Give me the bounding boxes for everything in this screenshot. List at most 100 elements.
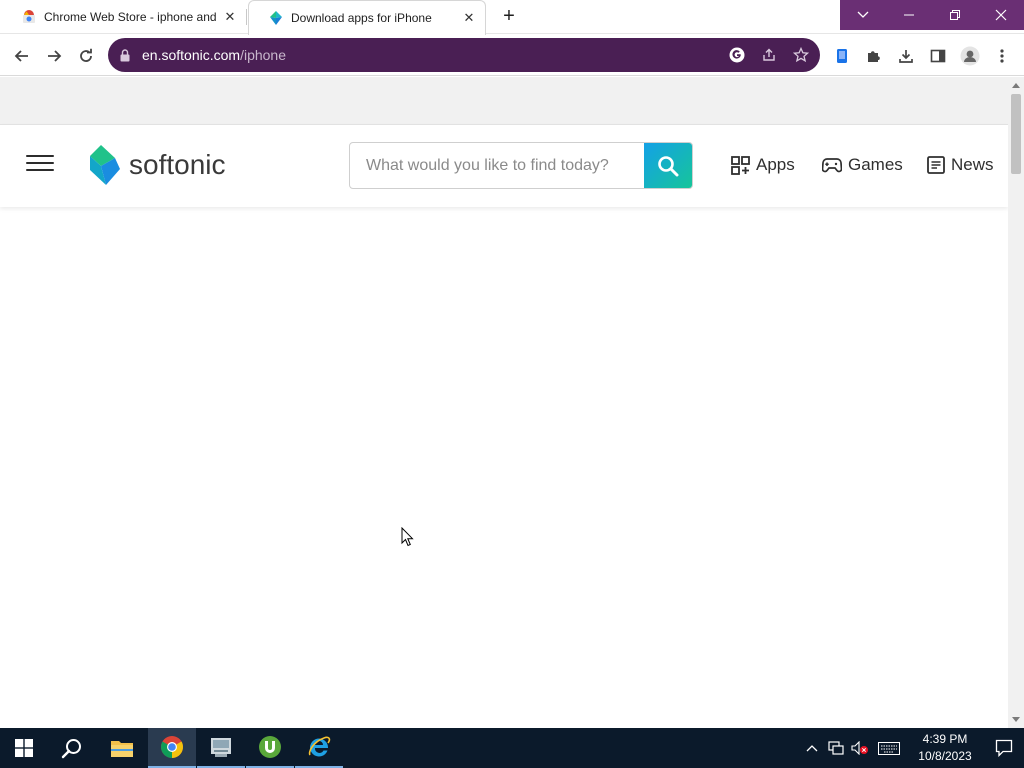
url-path: /iphone <box>240 47 286 63</box>
chrome-icon <box>161 736 183 758</box>
avatar-icon <box>960 46 980 66</box>
chrome-web-store-icon <box>23 10 35 23</box>
start-button[interactable] <box>0 728 48 768</box>
download-icon <box>899 50 913 63</box>
tab-search-button[interactable] <box>840 0 886 30</box>
google-lens-button[interactable] <box>724 42 750 68</box>
bookmark-button[interactable] <box>788 42 814 68</box>
more-vertical-icon <box>1000 49 1004 63</box>
star-icon <box>793 47 809 63</box>
plus-icon: + <box>503 4 515 27</box>
hamburger-menu-icon[interactable] <box>26 155 54 177</box>
chevron-down-icon <box>857 11 869 18</box>
extension-app-icon <box>837 49 847 63</box>
taskbar-scanner-app[interactable] <box>197 728 245 768</box>
scrollbar-thumb[interactable] <box>1011 94 1021 174</box>
site-header: softonic What would you like to find tod… <box>0 125 1008 207</box>
volume-button[interactable] <box>848 728 872 768</box>
share-button[interactable] <box>756 42 782 68</box>
volume-muted-icon <box>851 741 868 755</box>
tab-title: Chrome Web Store - iphone and <box>44 10 217 24</box>
url-text[interactable]: en.softonic.com/iphone <box>142 47 724 63</box>
input-method-button[interactable] <box>872 728 906 768</box>
chrome-menu-button[interactable] <box>989 43 1015 69</box>
system-tray: 4:39 PM 10/8/2023 <box>800 728 1024 768</box>
chevron-up-icon <box>806 745 818 752</box>
extensions-menu-button[interactable] <box>861 43 887 69</box>
keyboard-icon <box>878 741 900 755</box>
network-button[interactable] <box>824 728 848 768</box>
file-explorer-icon <box>111 741 133 757</box>
downloads-button[interactable] <box>893 43 919 69</box>
tab-chrome-web-store[interactable]: Chrome Web Store - iphone and ✕ <box>2 0 246 34</box>
clock-date: 10/8/2023 <box>918 749 972 763</box>
taskbar-utorrent[interactable] <box>246 728 294 768</box>
softonic-logo-icon <box>90 145 120 185</box>
url-host: en.softonic.com <box>142 47 241 63</box>
tab-title: Download apps for iPhone <box>291 11 432 25</box>
web-page: softonic What would you like to find tod… <box>0 77 1008 728</box>
nav-games[interactable]: Games <box>822 152 903 178</box>
nav-news[interactable]: News <box>927 152 994 178</box>
back-button[interactable] <box>9 43 35 69</box>
lock-icon[interactable] <box>120 48 132 62</box>
taskbar-chrome[interactable] <box>148 728 196 768</box>
nav-apps[interactable]: Apps <box>731 152 795 178</box>
softonic-icon <box>270 11 282 25</box>
close-tab-icon[interactable]: ✕ <box>457 6 481 30</box>
tab-softonic[interactable]: Download apps for iPhone ✕ <box>248 0 486 35</box>
nav-news-label: News <box>951 155 994 174</box>
profile-button[interactable] <box>957 43 983 69</box>
action-center-button[interactable] <box>984 728 1024 768</box>
address-bar[interactable]: en.softonic.com/iphone <box>108 38 820 72</box>
browser-toolbar: en.softonic.com/iphone <box>0 35 1024 76</box>
taskbar-file-explorer[interactable] <box>98 728 146 768</box>
mouse-pointer-icon <box>401 526 414 552</box>
forward-button[interactable] <box>41 43 67 69</box>
restore-button[interactable] <box>932 0 978 30</box>
window-controls <box>840 0 1024 30</box>
side-panel-button[interactable] <box>925 43 951 69</box>
close-window-button[interactable] <box>978 0 1024 30</box>
search-input[interactable]: What would you like to find today? <box>350 143 644 188</box>
news-icon <box>927 156 945 174</box>
nav-apps-label: Apps <box>756 155 795 174</box>
clock-time: 4:39 PM <box>922 732 968 746</box>
windows-taskbar: 4:39 PM 10/8/2023 <box>0 728 1024 768</box>
taskbar-search-button[interactable] <box>48 728 96 768</box>
tab-strip: Chrome Web Store - iphone and ✕ Download… <box>0 0 1024 35</box>
close-icon <box>995 9 1007 21</box>
site-search: What would you like to find today? <box>349 142 693 189</box>
reload-icon <box>80 48 92 62</box>
ad-banner-placeholder <box>0 77 1008 125</box>
taskbar-internet-explorer[interactable] <box>295 728 343 768</box>
restore-icon <box>950 10 960 20</box>
nav-games-label: Games <box>848 155 903 174</box>
close-tab-icon[interactable]: ✕ <box>218 5 242 29</box>
minimize-button[interactable] <box>886 0 932 30</box>
back-arrow-icon <box>14 50 28 62</box>
tab-separator <box>246 9 247 25</box>
show-hidden-icons-button[interactable] <box>800 728 824 768</box>
minimize-icon <box>904 14 914 16</box>
side-panel-icon <box>930 49 946 63</box>
clock[interactable]: 4:39 PM 10/8/2023 <box>906 731 984 765</box>
puzzle-icon <box>868 51 880 62</box>
windows-start-icon <box>15 739 33 757</box>
internet-explorer-icon <box>308 736 331 757</box>
scroll-up-icon[interactable] <box>1012 83 1020 88</box>
new-tab-button[interactable]: + <box>498 5 520 27</box>
notification-icon <box>995 739 1013 757</box>
extension-button[interactable] <box>829 43 855 69</box>
scanner-app-icon <box>211 738 231 757</box>
share-icon <box>763 48 775 61</box>
search-placeholder: What would you like to find today? <box>366 156 609 174</box>
reload-button[interactable] <box>73 43 99 69</box>
forward-arrow-icon <box>48 50 62 62</box>
page-scrollbar[interactable] <box>1008 77 1024 728</box>
search-button[interactable] <box>644 143 692 188</box>
apps-grid-icon <box>731 155 750 175</box>
site-logo[interactable]: softonic <box>87 145 226 185</box>
scroll-down-icon[interactable] <box>1012 717 1020 722</box>
search-icon <box>658 155 679 176</box>
